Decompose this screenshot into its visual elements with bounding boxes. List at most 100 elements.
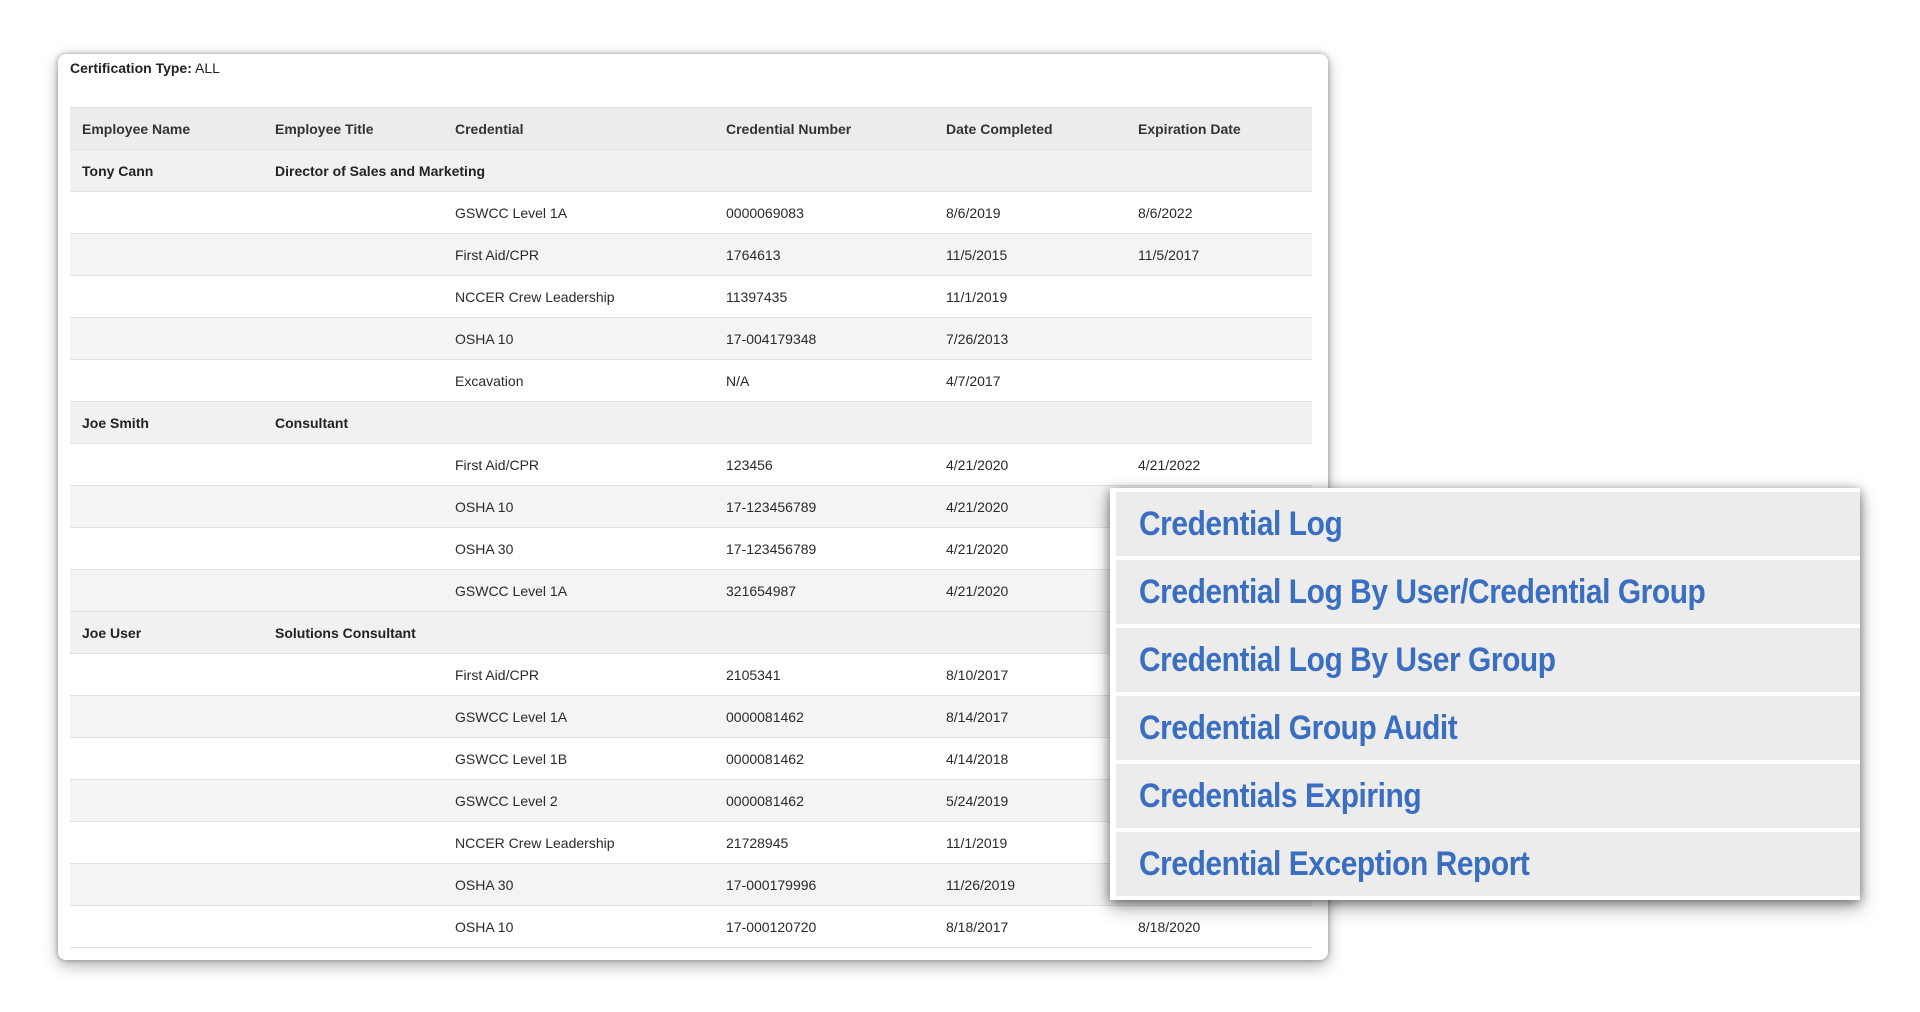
employee-title-cell [263,527,443,570]
credential-cell: First Aid/CPR [443,443,714,486]
filter-label: Certification Type: [70,60,192,76]
date-completed-cell: 4/7/2017 [934,359,1126,402]
credential-cell: GSWCC Level 2 [443,779,714,822]
credential-number-cell [714,149,934,192]
credential-number-cell [714,401,934,444]
filter-value: ALL [195,60,220,76]
date-completed-cell: 8/14/2017 [934,695,1126,738]
credential-cell: First Aid/CPR [443,233,714,276]
report-menu: Credential Log Credential Log By User/Cr… [1110,488,1860,900]
employee-name-cell [70,275,263,318]
date-completed-cell: 11/26/2019 [934,863,1126,906]
credential-cell [443,611,714,654]
employee-title-cell [263,905,443,948]
employee-name-cell [70,569,263,612]
column-header-expiration-date[interactable]: Expiration Date [1126,107,1312,150]
expiration-date-cell [1126,317,1312,360]
employee-title-cell [263,233,443,276]
employee-title-cell: Solutions Consultant [263,611,443,654]
credential-cell: NCCER Crew Leadership [443,275,714,318]
column-header-date-completed[interactable]: Date Completed [934,107,1126,150]
menu-item-credential-group-audit[interactable]: Credential Group Audit [1116,696,1860,760]
employee-name-cell [70,191,263,234]
employee-name-cell [70,695,263,738]
employee-title-cell [263,275,443,318]
expiration-date-cell [1126,275,1312,318]
date-completed-cell: 4/21/2020 [934,443,1126,486]
table-row: First Aid/CPR 123456 4/21/2020 4/21/2022 [70,443,1312,486]
employee-title-cell [263,863,443,906]
credential-cell: GSWCC Level 1B [443,737,714,780]
employee-name-cell [70,359,263,402]
table-row: Excavation N/A 4/7/2017 [70,359,1312,402]
table-row: OSHA 10 17-004179348 7/26/2013 [70,317,1312,360]
employee-title-cell [263,653,443,696]
credential-cell: Excavation [443,359,714,402]
column-header-employee-title[interactable]: Employee Title [263,107,443,150]
credential-number-cell: 0000069083 [714,191,934,234]
menu-item-credentials-expiring[interactable]: Credentials Expiring [1116,764,1860,828]
employee-name-cell: Joe User [70,611,263,654]
credential-number-cell: 1764613 [714,233,934,276]
date-completed-cell: 8/18/2017 [934,905,1126,948]
employee-title-cell [263,821,443,864]
employee-title-cell [263,695,443,738]
menu-item-label: Credentials Expiring [1139,776,1422,815]
employee-name-cell [70,653,263,696]
employee-name-cell [70,737,263,780]
credential-number-cell: 2105341 [714,653,934,696]
credential-number-cell: 0000081462 [714,779,934,822]
employee-name-cell: Joe Smith [70,401,263,444]
table-header-row: Employee Name Employee Title Credential … [70,107,1312,150]
menu-item-credential-log[interactable]: Credential Log [1116,492,1860,556]
expiration-date-cell: 11/5/2017 [1126,233,1312,276]
date-completed-cell: 5/24/2019 [934,779,1126,822]
employee-title-cell [263,443,443,486]
credential-cell: OSHA 10 [443,485,714,528]
date-completed-cell: 8/10/2017 [934,653,1126,696]
table-row: GSWCC Level 1A 0000069083 8/6/2019 8/6/2022 [70,191,1312,234]
credential-number-cell: 17-000179996 [714,863,934,906]
date-completed-cell: 4/14/2018 [934,737,1126,780]
credential-cell: OSHA 30 [443,863,714,906]
credential-cell: GSWCC Level 1A [443,191,714,234]
expiration-date-cell: 4/21/2022 [1126,443,1312,486]
employee-group-row: Tony Cann Director of Sales and Marketing [70,149,1312,192]
employee-title-cell [263,569,443,612]
employee-name-cell [70,233,263,276]
employee-name-cell [70,443,263,486]
date-completed-cell [934,611,1126,654]
employee-title-cell [263,779,443,822]
credential-number-cell: 17-123456789 [714,527,934,570]
menu-item-credential-exception-report[interactable]: Credential Exception Report [1116,832,1860,896]
menu-item-label: Credential Exception Report [1139,844,1530,883]
column-header-employee-name[interactable]: Employee Name [70,107,263,150]
date-completed-cell: 8/6/2019 [934,191,1126,234]
credential-number-cell: 17-004179348 [714,317,934,360]
credential-cell: OSHA 30 [443,527,714,570]
date-completed-cell: 11/1/2019 [934,275,1126,318]
menu-item-credential-log-by-user-credential-group[interactable]: Credential Log By User/Credential Group [1116,560,1860,624]
employee-title-cell [263,359,443,402]
date-completed-cell [934,149,1126,192]
menu-item-label: Credential Log By User/Credential Group [1139,572,1706,611]
date-completed-cell: 11/1/2019 [934,821,1126,864]
employee-name-cell [70,821,263,864]
employee-title-cell [263,485,443,528]
table-row: NCCER Crew Leadership 11397435 11/1/2019 [70,275,1312,318]
certification-type-filter: Certification Type: ALL [70,60,220,76]
credential-number-cell: N/A [714,359,934,402]
menu-item-credential-log-by-user-group[interactable]: Credential Log By User Group [1116,628,1860,692]
employee-title-cell [263,317,443,360]
credential-cell: OSHA 10 [443,905,714,948]
menu-item-label: Credential Log [1139,504,1343,543]
expiration-date-cell [1126,149,1312,192]
expiration-date-cell: 8/6/2022 [1126,191,1312,234]
employee-name-cell [70,527,263,570]
column-header-credential-number[interactable]: Credential Number [714,107,934,150]
date-completed-cell [934,401,1126,444]
table-row: First Aid/CPR 1764613 11/5/2015 11/5/2017 [70,233,1312,276]
column-header-credential[interactable]: Credential [443,107,714,150]
date-completed-cell: 11/5/2015 [934,233,1126,276]
table-row: OSHA 10 17-000120720 8/18/2017 8/18/2020 [70,905,1312,948]
